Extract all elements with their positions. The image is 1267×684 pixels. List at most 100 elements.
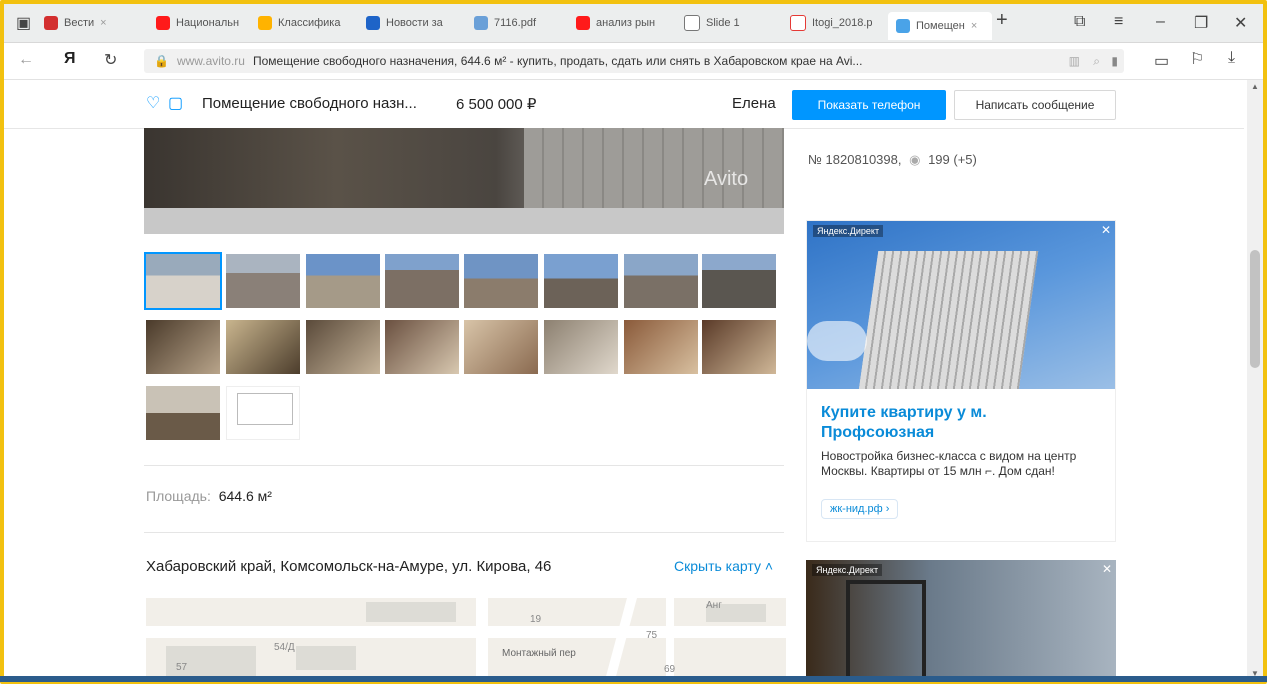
thumbnail[interactable] — [544, 320, 618, 374]
thumbnail[interactable] — [385, 254, 459, 308]
tab-pdf[interactable]: 7116.pdf — [474, 10, 566, 36]
url-domain: www.avito.ru — [176, 54, 245, 68]
hide-map-link[interactable]: Скрыть карту ˄ — [674, 558, 773, 574]
maximize-icon[interactable]: ❐ — [1194, 13, 1208, 33]
area-row: Площадь: 644.6 м² — [146, 488, 272, 504]
thumbnail[interactable] — [624, 254, 698, 308]
thumbnail[interactable] — [306, 254, 380, 308]
lock-icon: 🔒 — [154, 54, 169, 68]
yandex-logo-icon[interactable]: Я — [64, 50, 76, 68]
thumbnail[interactable] — [306, 320, 380, 374]
minimize-icon[interactable]: – — [1156, 13, 1165, 31]
thumbnail[interactable] — [544, 254, 618, 308]
map-label: 19 — [530, 614, 542, 625]
thumbnail[interactable] — [144, 252, 222, 310]
back-icon[interactable]: ← — [18, 51, 34, 69]
map[interactable]: 54/Д 57 19 75 69 Монтажный пер Анг — [146, 598, 786, 680]
sync-icon[interactable]: ⧉ — [1074, 13, 1085, 31]
tab-news[interactable]: Новости за — [366, 10, 466, 36]
close-icon[interactable]: ✕ — [1102, 562, 1112, 576]
seller-name[interactable]: Елена — [732, 95, 776, 112]
floor-plan-thumbnail[interactable] — [226, 386, 300, 440]
thumbnail[interactable] — [464, 320, 538, 374]
protect-icon[interactable]: ⚐ — [1190, 49, 1204, 69]
scrollbar-thumb[interactable] — [1250, 250, 1260, 368]
photo-strip — [144, 208, 784, 234]
tab-label: Национальн — [176, 17, 240, 29]
divider — [144, 532, 784, 533]
avito-watermark: Avito — [704, 168, 749, 190]
close-icon[interactable]: ✕ — [1101, 223, 1111, 237]
ad-block[interactable]: Яндекс.Директ ✕ Купите квартиру у м. Про… — [806, 220, 1116, 542]
write-message-button[interactable]: Написать сообщение — [954, 90, 1116, 120]
listing-title: Помещение свободного назн... — [202, 95, 417, 112]
map-road — [146, 626, 786, 638]
listing-meta: № 1820810398, ◉ 199 (+5) — [808, 152, 977, 168]
tab-label: Itogi_2018.p — [812, 17, 873, 29]
ad-title[interactable]: Купите квартиру у м. Профсоюзная — [821, 403, 1071, 443]
thumbnail[interactable] — [385, 320, 459, 374]
scrollbar[interactable]: ▲ ▼ — [1247, 80, 1263, 680]
divider — [144, 465, 784, 466]
tab-label: Помещен — [916, 20, 965, 32]
url-field[interactable]: 🔒 www.avito.ru Помещение свободного назн… — [144, 49, 1124, 73]
tab-favicon-icon — [790, 15, 806, 31]
area-label: Площадь: — [146, 488, 211, 504]
tab-label: Новости за — [386, 17, 443, 29]
close-window-icon[interactable]: ✕ — [1234, 13, 1247, 33]
thumbnail[interactable] — [226, 254, 300, 308]
map-building — [366, 602, 456, 622]
tab-favicon-icon — [474, 16, 488, 30]
browser-window: ▣ Вести × Национальн Классифика Новости з… — [0, 0, 1267, 684]
thumbnail[interactable] — [146, 320, 220, 374]
download-icon[interactable]: ⤓ — [1228, 49, 1235, 67]
tab-favicon-icon — [44, 16, 58, 30]
ad2-door — [846, 580, 926, 680]
tab-favicon-icon — [576, 16, 590, 30]
thumbnail[interactable] — [146, 386, 220, 440]
thumbnail[interactable] — [624, 320, 698, 374]
tab-vesti[interactable]: Вести × — [44, 10, 144, 36]
ad-label: Яндекс.Директ — [812, 564, 883, 576]
map-road — [476, 598, 488, 680]
thumbnail[interactable] — [226, 320, 300, 374]
note-icon[interactable]: ▢ — [168, 93, 183, 113]
ad-building — [855, 251, 1039, 389]
tab-favicon-icon — [896, 19, 910, 33]
main-photo[interactable]: Avito — [144, 128, 784, 234]
favorite-heart-icon[interactable]: ♡ — [146, 93, 160, 113]
map-label: 54/Д — [274, 642, 295, 653]
map-label: Анг — [706, 600, 722, 611]
reload-icon[interactable]: ↻ — [104, 50, 117, 70]
tab-classif[interactable]: Классифика — [258, 10, 358, 36]
tab-favicon-icon — [684, 15, 700, 31]
tab-itogi[interactable]: Itogi_2018.p — [790, 10, 886, 36]
close-icon[interactable]: × — [100, 17, 106, 29]
ad-block-2[interactable]: Яндекс.Директ ✕ — [806, 560, 1116, 680]
listing-address: Хабаровский край, Комсомольск-на-Амуре, … — [146, 558, 552, 575]
map-label: 75 — [646, 630, 658, 641]
tab-label: Классифика — [278, 17, 341, 29]
tab-label: Вести — [64, 17, 95, 29]
battery-icon[interactable]: ▭ — [1154, 51, 1169, 71]
tab-analysis[interactable]: анализ рын — [576, 10, 676, 36]
thumbnail[interactable] — [702, 254, 776, 308]
ad-link[interactable]: жк-нид.рф › — [821, 499, 899, 519]
new-tab-icon[interactable]: + — [996, 9, 1008, 32]
tab-slide[interactable]: Slide 1 — [684, 10, 774, 36]
tab-active[interactable]: Помещен × — [888, 12, 992, 40]
show-phone-button[interactable]: Показать телефон — [792, 90, 946, 120]
thumbnail[interactable] — [702, 320, 776, 374]
page-content: ♡ ▢ Помещение свободного назн... 6 500 0… — [4, 80, 1244, 680]
address-bar: ← Я ↻ 🔒 www.avito.ru Помещение свободног… — [4, 43, 1263, 80]
search-icon[interactable]: ⌕ — [1093, 54, 1100, 69]
tab-national[interactable]: Национальн — [156, 10, 248, 36]
thumbnail[interactable] — [464, 254, 538, 308]
map-label: 69 — [664, 664, 676, 675]
reader-icon[interactable]: ▥ — [1069, 54, 1080, 68]
tabs-menu-icon[interactable]: ▣ — [16, 13, 31, 33]
menu-icon[interactable]: ≡ — [1114, 13, 1123, 31]
bookmark-icon[interactable]: ▮ — [1111, 54, 1118, 68]
close-icon[interactable]: × — [971, 20, 977, 32]
scroll-up-icon[interactable]: ▲ — [1251, 82, 1259, 91]
